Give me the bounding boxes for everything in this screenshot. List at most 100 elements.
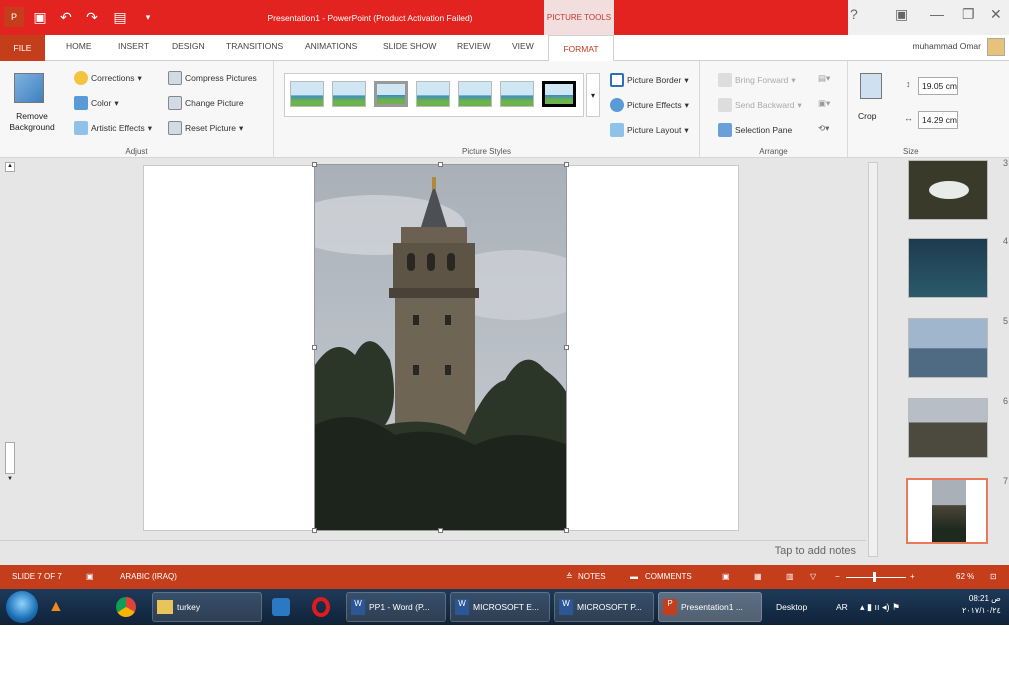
vlc-icon[interactable]: ▲ (44, 592, 68, 622)
tab-review[interactable]: REVIEW (457, 41, 491, 51)
resize-handle-bl[interactable] (312, 528, 317, 533)
save-icon[interactable]: ▣ (30, 7, 50, 27)
corrections-button[interactable]: Corrections ▾ (74, 71, 142, 85)
close-button[interactable]: ✕ (990, 6, 1002, 23)
picture-border-button[interactable]: Picture Border ▾ (610, 73, 689, 87)
rotate-icon[interactable]: ⟲▾ (818, 123, 829, 134)
ribbon-display-options-icon[interactable]: ▣ (895, 6, 908, 23)
group-icon[interactable]: ▣▾ (818, 98, 830, 109)
chrome-icon[interactable] (112, 592, 140, 622)
undo-icon[interactable]: ↶ (56, 7, 76, 27)
zoom-slider-thumb[interactable] (873, 572, 876, 582)
normal-view-icon[interactable]: ▣ (722, 572, 730, 581)
user-name[interactable]: muhammad Omar (913, 41, 982, 51)
language-bar[interactable]: AR (832, 592, 852, 622)
opera-icon[interactable] (308, 592, 334, 622)
notes-placeholder[interactable]: Tap to add notes (775, 545, 856, 557)
slide-thumbnail-3[interactable] (908, 160, 988, 220)
align-icon[interactable]: ▤▾ (818, 73, 830, 84)
resize-handle-b[interactable] (438, 528, 443, 533)
tray-icons[interactable]: ▴ ▮ ıı ◂) ⚑ (856, 592, 904, 622)
reading-view-icon[interactable]: ▥ (786, 572, 794, 581)
tab-insert[interactable]: INSERT (118, 41, 149, 51)
style-thumb-3[interactable] (374, 81, 408, 107)
slide-thumbnail-5[interactable] (908, 318, 988, 378)
resize-handle-br[interactable] (564, 528, 569, 533)
taskbar-word-microsoft-e[interactable]: W MICROSOFT E... (450, 592, 550, 622)
start-button[interactable] (6, 591, 38, 623)
style-thumb-4[interactable] (416, 81, 450, 107)
resize-handle-l[interactable] (312, 345, 317, 350)
notes-icon[interactable]: ≙ (566, 572, 573, 581)
scroll-thumb[interactable] (5, 442, 15, 474)
tab-slide-show[interactable]: SLIDE SHOW (383, 41, 436, 51)
resize-handle-tl[interactable] (312, 162, 317, 167)
scroll-down-icon[interactable]: ▼ (5, 476, 15, 486)
slide-show-icon[interactable]: ▽ (810, 572, 816, 581)
scroll-up-icon[interactable]: ▲ (5, 162, 15, 172)
minimize-button[interactable]: — (930, 6, 944, 22)
zoom-slider[interactable] (846, 577, 906, 578)
avatar[interactable] (987, 38, 1005, 56)
powerpoint-app-icon[interactable]: P (4, 7, 24, 27)
zoom-level[interactable]: 62 % (956, 572, 974, 581)
artistic-effects-button[interactable]: Artistic Effects ▾ (74, 121, 152, 135)
tab-file[interactable]: FILE (0, 35, 45, 61)
color-button[interactable]: Color ▾ (74, 96, 119, 110)
tab-animations[interactable]: ANIMATIONS (305, 41, 357, 51)
slide-thumbnail-7[interactable] (906, 478, 988, 544)
redo-icon[interactable]: ↷ (82, 7, 102, 27)
resize-handle-t[interactable] (438, 162, 443, 167)
zoom-in-icon[interactable]: + (910, 572, 915, 581)
slide-thumbnail-4[interactable] (908, 238, 988, 298)
send-backward-button[interactable]: Send Backward ▾ (718, 98, 802, 112)
slide-sorter-icon[interactable]: ▦ (754, 572, 762, 581)
compress-pictures-button[interactable]: Compress Pictures (168, 71, 257, 85)
clock[interactable]: 08:21 ص ٢٠١٧/١٠/٢٤ (962, 593, 1001, 617)
start-from-beginning-icon[interactable]: ▤ (110, 7, 130, 27)
galata-tower-picture[interactable] (314, 164, 567, 531)
width-field[interactable]: 14.29 cm (918, 111, 958, 129)
gallery-more-icon[interactable]: ▾ (586, 73, 600, 117)
resize-handle-tr[interactable] (564, 162, 569, 167)
slide-thumbnail-6[interactable] (908, 398, 988, 458)
taskbar-folder-turkey[interactable]: turkey (152, 592, 262, 622)
tab-format[interactable]: FORMAT (548, 35, 614, 61)
taskbar-word-pp1[interactable]: W PP1 - Word (P... (346, 592, 446, 622)
change-picture-button[interactable]: Change Picture (168, 96, 244, 110)
taskbar-powerpoint[interactable]: P Presentation1 ... (658, 592, 762, 622)
notes-button[interactable]: NOTES (578, 572, 606, 581)
taskbar-word-microsoft-p[interactable]: W MICROSOFT P... (554, 592, 654, 622)
slide-indicator[interactable]: SLIDE 7 OF 7 (12, 572, 62, 581)
restore-icon[interactable]: ❐ (962, 6, 975, 23)
style-thumb-2[interactable] (332, 81, 366, 107)
notes-pane[interactable]: Tap to add notes (0, 540, 866, 565)
style-thumb-7[interactable] (542, 81, 576, 107)
language-indicator[interactable]: ARABIC (IRAQ) (120, 572, 177, 581)
crop-button[interactable]: Crop (858, 111, 876, 121)
style-thumb-1[interactable] (290, 81, 324, 107)
resize-handle-r[interactable] (564, 345, 569, 350)
selection-pane-button[interactable]: Selection Pane (718, 123, 792, 137)
desktop-toolbar[interactable]: Desktop (772, 592, 811, 622)
media-player-icon[interactable] (268, 592, 294, 622)
picture-layout-button[interactable]: Picture Layout ▾ (610, 123, 689, 137)
style-thumb-5[interactable] (458, 81, 492, 107)
help-button[interactable]: ? (850, 6, 858, 22)
fit-slide-icon[interactable]: ⊡ (990, 572, 997, 581)
tab-view[interactable]: VIEW (512, 41, 534, 51)
tab-home[interactable]: HOME (66, 41, 92, 51)
picture-effects-button[interactable]: Picture Effects ▾ (610, 98, 689, 112)
tab-transitions[interactable]: TRANSITIONS (226, 41, 283, 51)
reset-picture-button[interactable]: Reset Picture ▾ (168, 121, 243, 135)
thumbnail-scrollbar[interactable] (868, 162, 878, 557)
tab-design[interactable]: DESIGN (172, 41, 205, 51)
zoom-out-icon[interactable]: − (835, 572, 840, 581)
height-field[interactable]: 19.05 cm (918, 77, 958, 95)
bring-forward-button[interactable]: Bring Forward ▾ (718, 73, 796, 87)
style-thumb-6[interactable] (500, 81, 534, 107)
comments-icon[interactable]: ▬ (630, 572, 638, 581)
spell-check-icon[interactable]: ▣ (86, 572, 94, 581)
customize-qat-icon[interactable]: ▾ (138, 7, 158, 27)
comments-button[interactable]: COMMENTS (645, 572, 692, 581)
